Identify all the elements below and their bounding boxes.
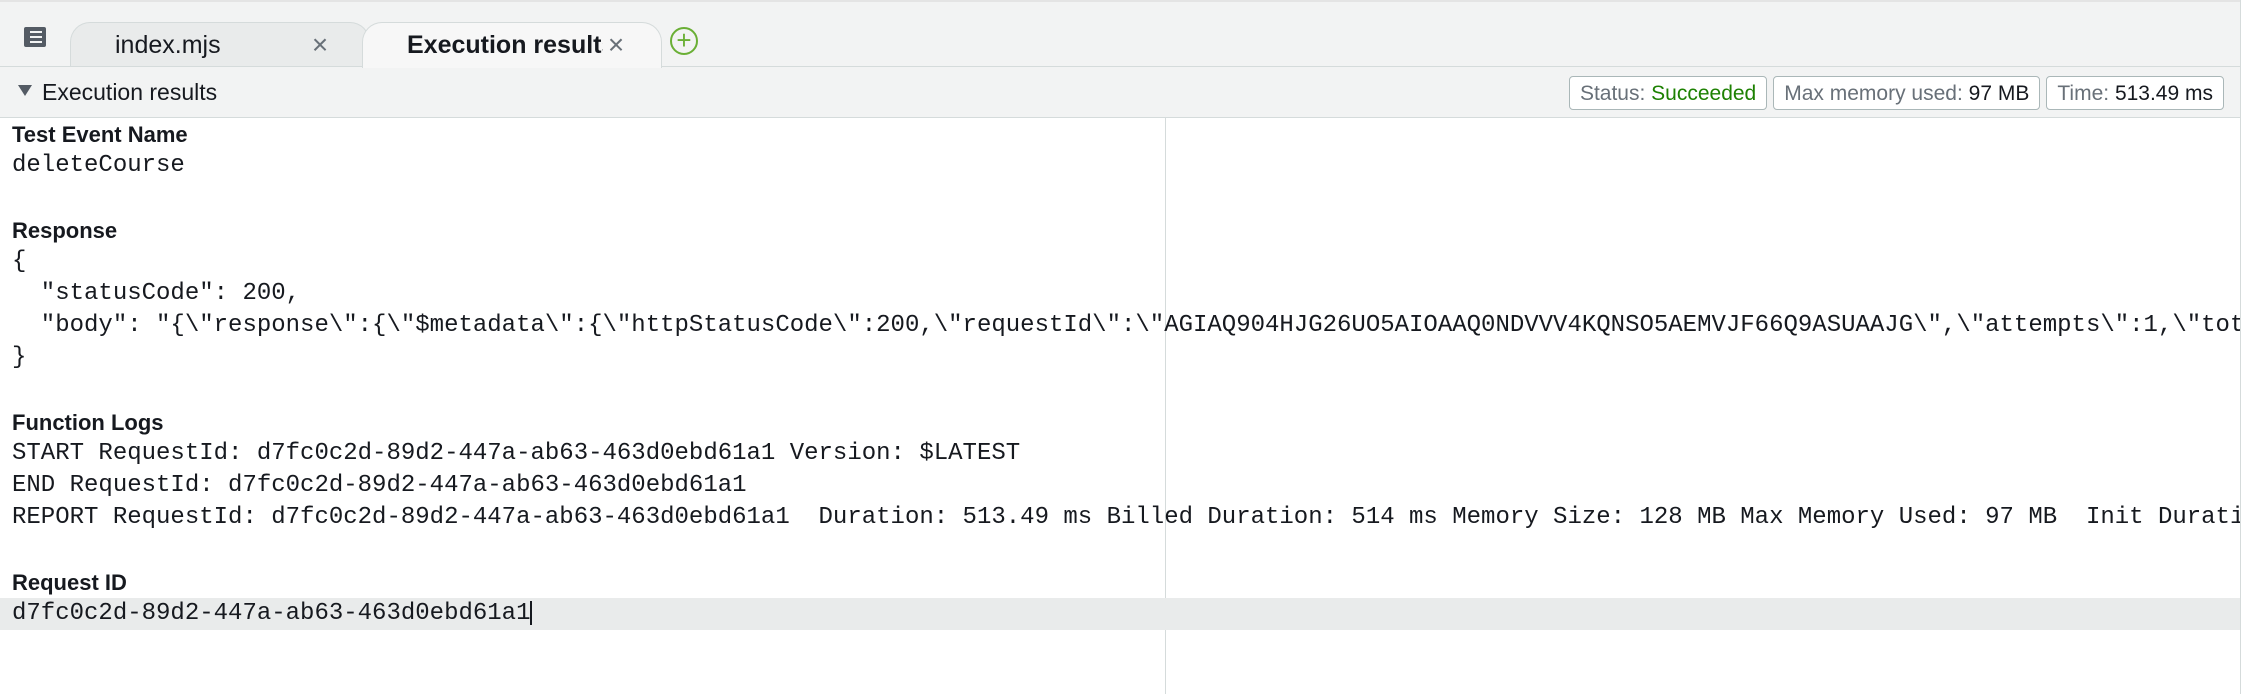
tab-label: Execution results [407,31,603,59]
memory-badge: Max memory used: 97 MB [1773,76,2041,110]
caret-down-icon[interactable] [18,85,32,96]
text-cursor [530,600,533,625]
result-badges: Status: Succeeded Max memory used: 97 MB… [1568,76,2224,110]
status-value: Succeeded [1651,82,1757,105]
log-line: START RequestId: d7fc0c2d-89d2-447a-ab63… [12,440,1021,467]
close-icon[interactable]: × [307,31,333,59]
memory-value: 97 MB [1968,82,2030,105]
response-line: { [12,248,27,275]
execution-results-header: Execution results Status: Succeeded Max … [0,66,2240,118]
tab-index-mjs[interactable]: index.mjs × [70,22,370,68]
test-event-value: deleteCourse [12,152,185,179]
log-line: END RequestId: d7fc0c2d-89d2-447a-ab63-4… [12,472,747,499]
tab-execution-results[interactable]: Execution results × [362,22,662,68]
response-heading: Response [12,218,118,243]
test-event-heading: Test Event Name [12,122,188,147]
add-tab-icon[interactable]: + [670,27,698,55]
request-id-heading: Request ID [12,570,127,595]
time-value: 513.49 ms [2114,82,2213,105]
time-badge: Time: 513.49 ms [2046,76,2224,110]
execution-results-window: index.mjs × Execution results × + Execut… [0,0,2241,694]
log-line: REPORT RequestId: d7fc0c2d-89d2-447a-ab6… [12,504,2240,531]
panel-title[interactable]: Execution results [42,79,217,106]
status-badge: Status: Succeeded [1568,76,1768,110]
editor-tab-bar: index.mjs × Execution results × + [0,0,2240,68]
memory-label: Max memory used: [1784,82,1963,105]
status-label: Status: [1579,82,1646,105]
response-line: "statusCode": 200, [12,280,301,307]
response-line: } [12,344,27,371]
right-gutter [2241,0,2262,694]
function-logs-heading: Function Logs [12,410,164,435]
response-line: "body": "{\"response\":{\"$metadata\":{\… [40,312,2240,339]
request-id-line: d7fc0c2d-89d2-447a-ab63-463d0ebd61a1 [12,600,533,627]
request-id-value: d7fc0c2d-89d2-447a-ab63-463d0ebd61a1 [12,600,531,627]
tab-label: index.mjs [115,31,221,59]
close-icon[interactable]: × [603,31,629,59]
list-menu-icon[interactable] [22,26,52,48]
time-label: Time: [2057,82,2110,105]
execution-output[interactable]: Test Event Name deleteCourse Response { … [0,118,2240,694]
